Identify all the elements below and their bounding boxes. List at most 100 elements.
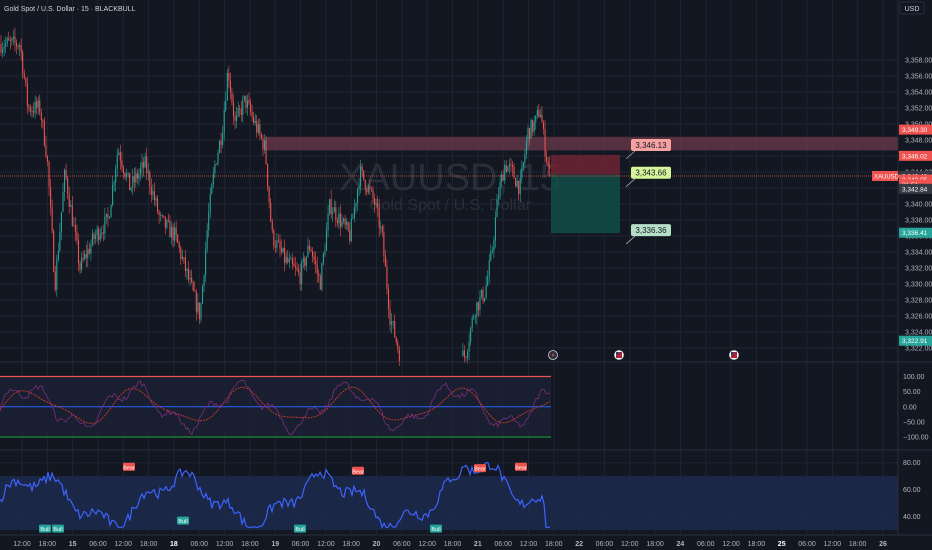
candle[interactable] bbox=[349, 230, 351, 242]
candle[interactable] bbox=[1, 49, 4, 53]
candle[interactable] bbox=[529, 128, 531, 139]
candle[interactable] bbox=[498, 196, 500, 200]
candle[interactable] bbox=[533, 121, 535, 132]
candle[interactable] bbox=[372, 189, 374, 199]
candle[interactable] bbox=[538, 110, 540, 117]
candle[interactable] bbox=[88, 249, 90, 254]
candle[interactable] bbox=[169, 221, 171, 238]
candle[interactable] bbox=[322, 253, 324, 264]
candle[interactable] bbox=[305, 256, 307, 266]
candle[interactable] bbox=[318, 273, 320, 277]
candle[interactable] bbox=[98, 228, 100, 240]
candle[interactable] bbox=[524, 154, 526, 163]
candle[interactable] bbox=[471, 317, 473, 328]
candle[interactable] bbox=[392, 321, 394, 323]
candle[interactable] bbox=[195, 291, 197, 312]
candle[interactable] bbox=[530, 119, 532, 139]
candle[interactable] bbox=[183, 257, 185, 259]
candle[interactable] bbox=[391, 321, 393, 325]
candle[interactable] bbox=[321, 263, 323, 290]
candle[interactable] bbox=[31, 110, 33, 112]
candle[interactable] bbox=[8, 38, 10, 41]
candle[interactable] bbox=[380, 226, 382, 228]
candle[interactable] bbox=[462, 350, 464, 356]
candle[interactable] bbox=[256, 120, 258, 133]
candle[interactable] bbox=[135, 173, 137, 183]
candle[interactable] bbox=[398, 349, 400, 362]
candle[interactable] bbox=[325, 229, 328, 251]
candle[interactable] bbox=[50, 187, 52, 207]
candle[interactable] bbox=[330, 199, 332, 214]
candle[interactable] bbox=[274, 245, 276, 248]
candle[interactable] bbox=[228, 72, 230, 81]
candle[interactable] bbox=[198, 302, 200, 320]
candle[interactable] bbox=[229, 80, 231, 92]
candle[interactable] bbox=[25, 77, 27, 84]
candle[interactable] bbox=[60, 211, 62, 232]
candle[interactable] bbox=[510, 164, 512, 166]
candle[interactable] bbox=[82, 257, 84, 260]
candle[interactable] bbox=[143, 161, 145, 168]
candle[interactable] bbox=[74, 225, 76, 232]
candle[interactable] bbox=[101, 232, 103, 235]
candle[interactable] bbox=[71, 205, 73, 226]
candle[interactable] bbox=[102, 232, 104, 234]
candle[interactable] bbox=[527, 128, 529, 142]
candle[interactable] bbox=[245, 95, 247, 108]
candle[interactable] bbox=[360, 166, 362, 187]
candle[interactable] bbox=[113, 182, 115, 186]
candle[interactable] bbox=[6, 38, 8, 44]
candle[interactable] bbox=[231, 91, 233, 103]
candle[interactable] bbox=[226, 72, 228, 101]
candle[interactable] bbox=[535, 115, 537, 122]
candle[interactable] bbox=[153, 191, 155, 201]
candle[interactable] bbox=[79, 262, 81, 270]
candle[interactable] bbox=[181, 257, 183, 259]
candle[interactable] bbox=[463, 350, 465, 358]
candle[interactable] bbox=[355, 202, 357, 208]
candle[interactable] bbox=[11, 38, 13, 41]
candle[interactable] bbox=[511, 164, 514, 168]
candle[interactable] bbox=[160, 215, 162, 216]
candle[interactable] bbox=[76, 231, 78, 241]
candle[interactable] bbox=[384, 255, 386, 267]
candle[interactable] bbox=[250, 103, 252, 113]
candle[interactable] bbox=[12, 36, 14, 39]
candle[interactable] bbox=[468, 341, 470, 352]
candle[interactable] bbox=[107, 213, 109, 219]
candle[interactable] bbox=[251, 112, 253, 117]
candle[interactable] bbox=[85, 254, 87, 258]
candle[interactable] bbox=[77, 240, 80, 263]
candle[interactable] bbox=[319, 276, 321, 290]
candle[interactable] bbox=[470, 327, 472, 342]
candle[interactable] bbox=[381, 226, 383, 233]
candle[interactable] bbox=[189, 277, 191, 280]
candle[interactable] bbox=[167, 220, 169, 222]
candle[interactable] bbox=[141, 161, 143, 169]
candle[interactable] bbox=[119, 152, 121, 161]
candle[interactable] bbox=[541, 114, 543, 123]
candle[interactable] bbox=[265, 140, 267, 164]
candle[interactable] bbox=[200, 303, 202, 320]
candle[interactable] bbox=[374, 198, 376, 205]
candle[interactable] bbox=[65, 169, 67, 178]
candle[interactable] bbox=[209, 193, 211, 213]
candle[interactable] bbox=[341, 221, 343, 227]
candle[interactable] bbox=[536, 110, 538, 116]
candle[interactable] bbox=[108, 217, 111, 219]
candle[interactable] bbox=[487, 276, 489, 286]
candle[interactable] bbox=[33, 110, 35, 113]
trading-chart[interactable]: XAUUSD, 15 Gold Spot / U.S. Dollar 3,346… bbox=[0, 0, 932, 550]
candle[interactable] bbox=[479, 296, 481, 310]
candle[interactable] bbox=[508, 164, 510, 167]
candle[interactable] bbox=[279, 241, 281, 249]
candle[interactable] bbox=[302, 257, 304, 263]
candle[interactable] bbox=[155, 198, 157, 201]
candle[interactable] bbox=[293, 263, 295, 267]
candle[interactable] bbox=[9, 40, 11, 42]
candle[interactable] bbox=[480, 289, 483, 297]
candle[interactable] bbox=[515, 178, 517, 187]
candle[interactable] bbox=[3, 47, 5, 50]
candle[interactable] bbox=[315, 260, 317, 265]
candle[interactable] bbox=[502, 174, 504, 181]
